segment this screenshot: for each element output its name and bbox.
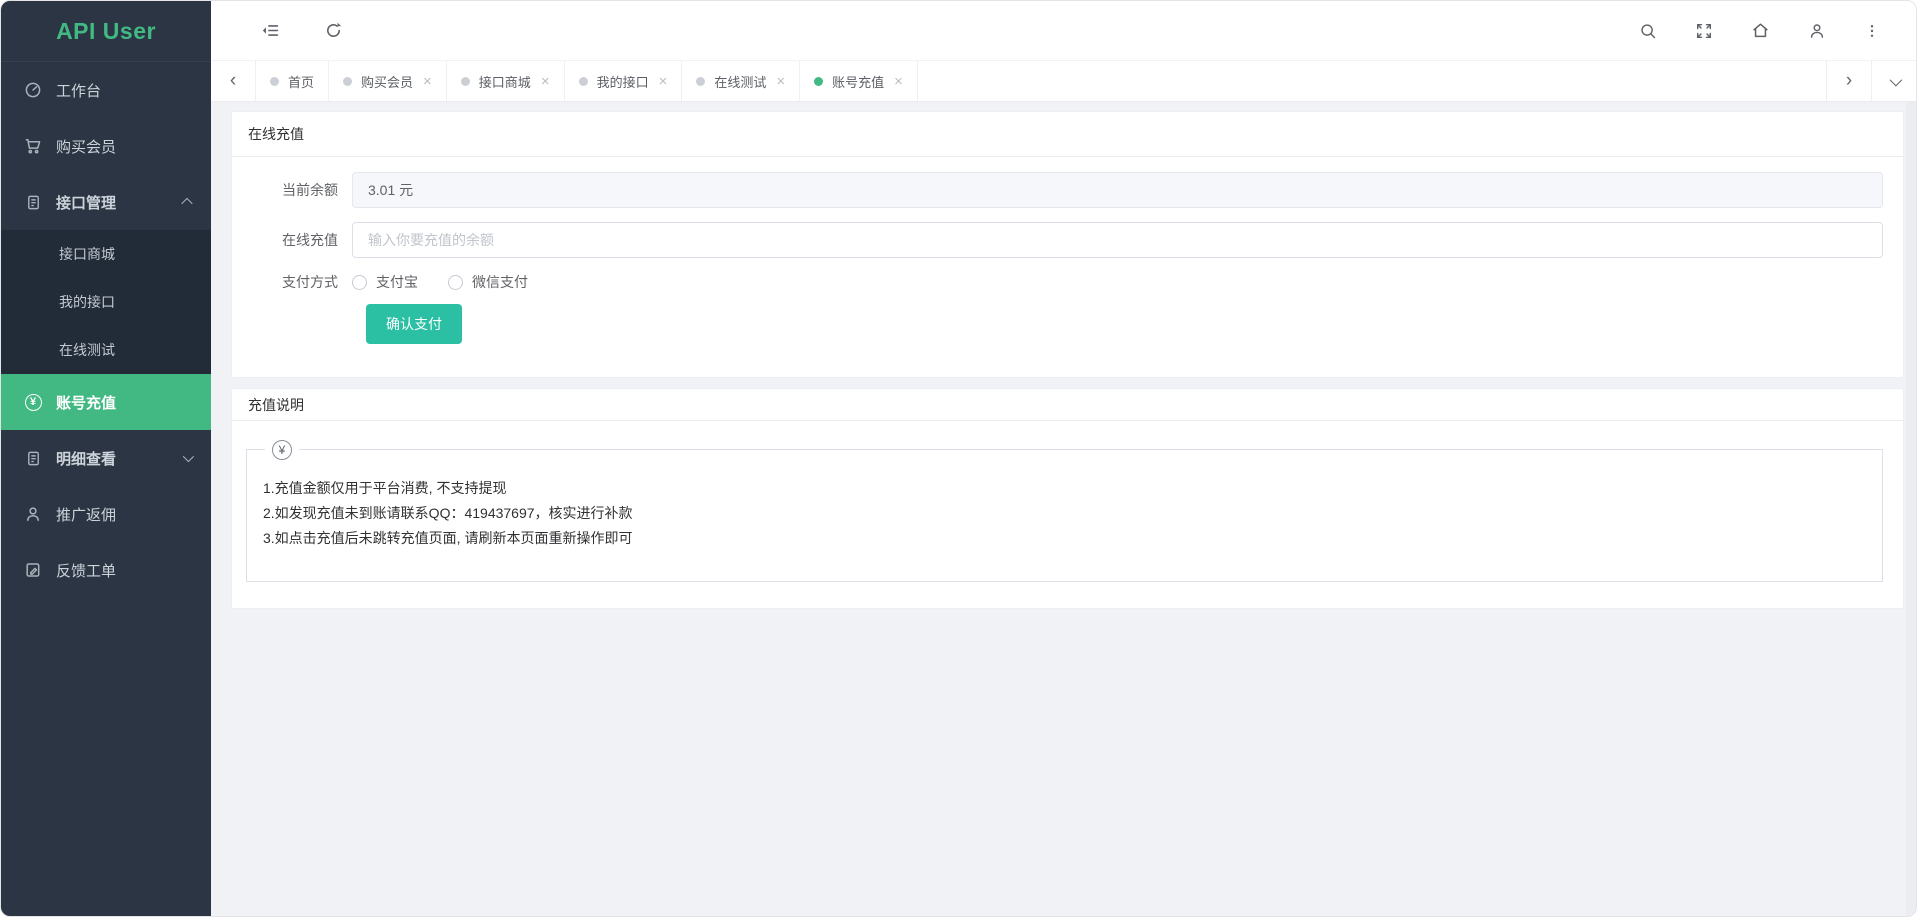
tabs-dropdown-button[interactable] <box>1871 61 1916 101</box>
close-icon[interactable]: × <box>894 74 903 89</box>
tab-dot <box>579 77 588 86</box>
tabs-scroll-right-button[interactable]: › <box>1826 61 1871 101</box>
tab-label: 购买会员 <box>361 72 413 91</box>
tab-dot <box>343 77 352 86</box>
recharge-card-title: 在线充值 <box>232 112 1903 157</box>
sidebar-item-account-recharge[interactable]: ¥ 账号充值 <box>1 374 211 430</box>
radio-label: 微信支付 <box>472 272 528 292</box>
tab-buy-membership[interactable]: 购买会员 × <box>329 61 447 101</box>
amount-input[interactable] <box>352 222 1883 258</box>
sidebar-item-my-api[interactable]: 我的接口 <box>1 278 211 326</box>
tab-dot <box>270 77 279 86</box>
tab-online-test[interactable]: 在线测试 × <box>682 61 800 101</box>
tabbar-spacer <box>918 61 1826 101</box>
sidebar-item-promotion-rebate[interactable]: 推广返佣 <box>1 486 211 542</box>
sidebar-item-workbench[interactable]: 工作台 <box>1 62 211 118</box>
tabs-scroll-left-button[interactable]: ‹ <box>211 61 256 101</box>
radio-circle-icon <box>352 275 367 290</box>
fold-menu-icon[interactable] <box>261 21 280 40</box>
document-icon <box>23 448 43 468</box>
tab-home[interactable]: 首页 <box>256 61 329 101</box>
sidebar-item-feedback-ticket[interactable]: 反馈工单 <box>1 542 211 598</box>
sidebar-item-label: 在线测试 <box>59 340 115 360</box>
tab-my-api[interactable]: 我的接口 × <box>565 61 683 101</box>
topbar <box>211 1 1916 61</box>
sidebar-item-label: 反馈工单 <box>56 560 116 581</box>
sidebar-submenu-api: 接口商城 我的接口 在线测试 <box>1 230 211 374</box>
sidebar-item-api-management[interactable]: 接口管理 <box>1 174 211 230</box>
fullscreen-icon[interactable] <box>1695 22 1713 40</box>
yen-icon: ¥ <box>272 440 292 460</box>
chevron-up-icon <box>181 198 192 209</box>
content-area: 在线充值 当前余额 在线充值 支付方式 支付宝 <box>211 102 1916 916</box>
sidebar-item-label: 接口管理 <box>56 192 116 213</box>
tab-label: 首页 <box>288 72 314 91</box>
recharge-card: 在线充值 当前余额 在线充值 支付方式 支付宝 <box>231 111 1904 378</box>
main-area: ‹ 首页 购买会员 × 接口商城 × 我的接口 × 在 <box>211 1 1916 916</box>
notice-card: 充值说明 ¥ 1.充值金额仅用于平台消费, 不支持提现 2.如发现充值未到账请联… <box>231 388 1904 609</box>
sidebar-item-buy-membership[interactable]: 购买会员 <box>1 118 211 174</box>
radio-circle-icon <box>448 275 463 290</box>
tab-label: 接口商城 <box>479 72 531 91</box>
tab-dot <box>814 77 823 86</box>
sidebar-item-label: 我的接口 <box>59 292 115 312</box>
sidebar-item-label: 推广返佣 <box>56 504 116 525</box>
search-icon[interactable] <box>1639 22 1657 40</box>
notice-line: 1.充值金额仅用于平台消费, 不支持提现 <box>263 476 1862 501</box>
dashboard-icon <box>23 80 43 100</box>
tab-label: 在线测试 <box>714 72 766 91</box>
sidebar-item-label: 账号充值 <box>56 392 116 413</box>
payment-method-label: 支付方式 <box>248 272 352 292</box>
sidebar-item-label: 购买会员 <box>56 136 116 157</box>
notice-box: ¥ 1.充值金额仅用于平台消费, 不支持提现 2.如发现充值未到账请联系QQ：4… <box>246 449 1883 582</box>
sidebar-item-api-store[interactable]: 接口商城 <box>1 230 211 278</box>
scrollbar[interactable] <box>1906 102 1916 916</box>
refresh-icon[interactable] <box>324 21 343 40</box>
more-icon[interactable] <box>1864 23 1880 39</box>
sidebar-menu: 工作台 购买会员 接口管理 <box>1 62 211 916</box>
radio-label: 支付宝 <box>376 272 418 292</box>
radio-alipay[interactable]: 支付宝 <box>352 272 418 292</box>
balance-field[interactable] <box>352 172 1883 208</box>
tab-dot <box>461 77 470 86</box>
sidebar-item-detail-view[interactable]: 明细查看 <box>1 430 211 486</box>
confirm-payment-button[interactable]: 确认支付 <box>366 304 462 344</box>
sidebar-item-label: 工作台 <box>56 80 101 101</box>
app-window: API User 工作台 购买会员 <box>0 0 1917 917</box>
tab-label: 我的接口 <box>597 72 649 91</box>
close-icon[interactable]: × <box>659 74 668 89</box>
brand-title: API User <box>1 1 211 62</box>
balance-label: 当前余额 <box>248 180 352 200</box>
home-icon[interactable] <box>1751 21 1770 40</box>
close-icon[interactable]: × <box>776 74 785 89</box>
radio-wechat-pay[interactable]: 微信支付 <box>448 272 528 292</box>
chevron-down-icon <box>183 451 194 462</box>
user-icon <box>23 504 43 524</box>
notice-legend: ¥ <box>265 440 299 460</box>
cart-icon <box>23 136 43 156</box>
notice-line: 2.如发现充值未到账请联系QQ：419437697，核实进行补款 <box>263 501 1862 526</box>
user-icon[interactable] <box>1808 22 1826 40</box>
close-icon[interactable]: × <box>423 74 432 89</box>
chevron-down-icon <box>1889 73 1902 86</box>
amount-label: 在线充值 <box>248 230 352 250</box>
tab-label: 账号充值 <box>832 72 884 91</box>
yen-icon: ¥ <box>23 392 43 412</box>
feedback-icon <box>23 560 43 580</box>
close-icon[interactable]: × <box>541 74 550 89</box>
tabbar: ‹ 首页 购买会员 × 接口商城 × 我的接口 × 在 <box>211 61 1916 102</box>
tab-account-recharge[interactable]: 账号充值 × <box>800 61 918 101</box>
document-icon <box>23 192 43 212</box>
notice-card-title: 充值说明 <box>232 389 1903 421</box>
sidebar-item-label: 接口商城 <box>59 244 115 264</box>
tab-api-store[interactable]: 接口商城 × <box>447 61 565 101</box>
sidebar-item-online-test[interactable]: 在线测试 <box>1 326 211 374</box>
tab-dot <box>696 77 705 86</box>
sidebar: API User 工作台 购买会员 <box>1 1 211 916</box>
notice-line: 3.如点击充值后未跳转充值页面, 请刷新本页面重新操作即可 <box>263 526 1862 551</box>
sidebar-item-label: 明细查看 <box>56 448 116 469</box>
